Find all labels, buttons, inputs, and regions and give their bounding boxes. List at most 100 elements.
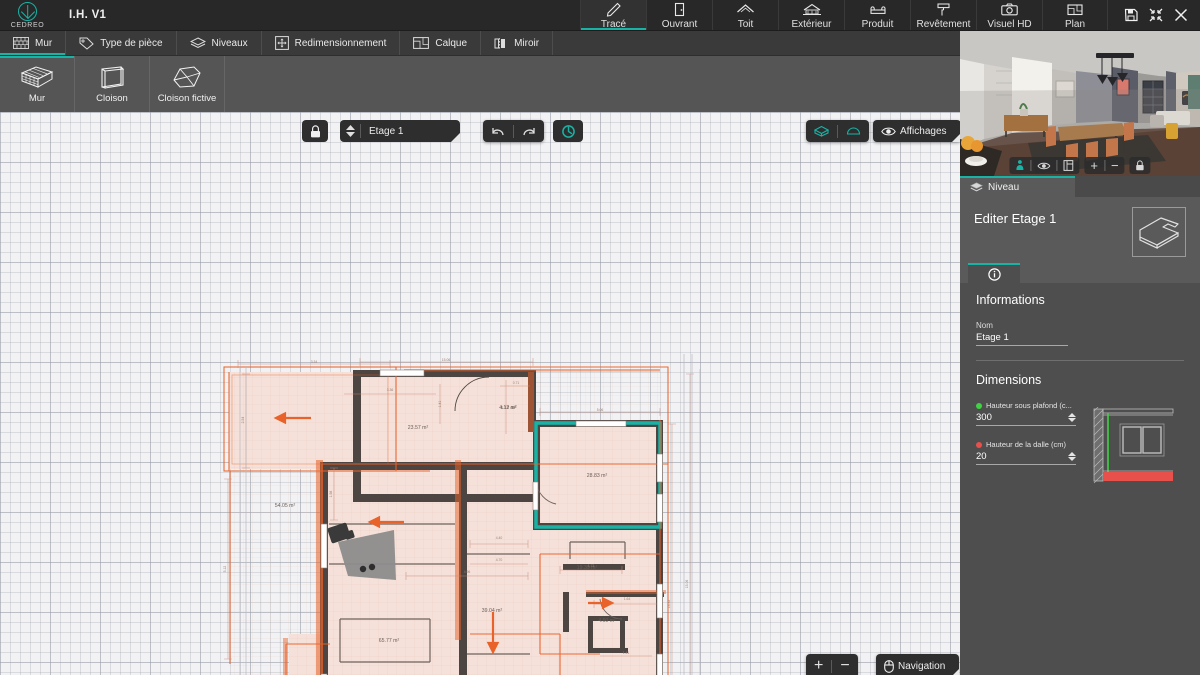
svg-text:1.41: 1.41 bbox=[623, 651, 630, 655]
preview-zoom-out-icon[interactable]: − bbox=[1105, 157, 1125, 174]
slab-height-field[interactable]: Hauteur de la dalle (cm) 20 bbox=[976, 440, 1076, 465]
outline-view-icon[interactable] bbox=[838, 120, 869, 142]
cedreo-tree-icon bbox=[18, 2, 37, 21]
person-view-icon[interactable] bbox=[1009, 157, 1030, 174]
tab-toit[interactable]: Toit bbox=[712, 0, 778, 30]
sync-button[interactable] bbox=[553, 120, 583, 142]
ceiling-height-value: 300 bbox=[976, 412, 992, 423]
padlock-icon bbox=[310, 124, 320, 137]
tool-cloison-label: Cloison bbox=[96, 92, 128, 104]
spinner-arrows-icon[interactable] bbox=[340, 125, 360, 137]
slab-height-label-row: Hauteur de la dalle (cm) bbox=[976, 440, 1076, 449]
displays-button[interactable]: Affichages bbox=[873, 120, 960, 142]
info-icon bbox=[987, 267, 1001, 281]
floor-plan-canvas[interactable]: 23.57 m² 4.12 m² 28.83 m² 54.05 m² 19.39… bbox=[0, 112, 960, 675]
layers-icon bbox=[189, 36, 206, 48]
subtool-type-de-piece-label: Type de pièce bbox=[100, 37, 163, 49]
resize-icon bbox=[274, 36, 289, 50]
subtool-mur[interactable]: Mur bbox=[0, 31, 67, 55]
undo-redo-group bbox=[483, 120, 544, 142]
green-dot-icon bbox=[976, 402, 982, 409]
eye-view-icon[interactable] bbox=[1031, 157, 1056, 174]
top-bar: CEDREO I.H. V1 Tracé Ouvrant Toit Extéri… bbox=[0, 0, 1200, 31]
3d-preview-viewport[interactable]: + − bbox=[960, 31, 1200, 176]
tool-cloison[interactable]: Cloison bbox=[75, 56, 150, 112]
preview-zoom-in-icon[interactable]: + bbox=[1084, 157, 1104, 174]
svg-text:1.64: 1.64 bbox=[624, 597, 631, 601]
svg-text:15.06: 15.06 bbox=[442, 358, 451, 362]
tab-revetement-label: Revêtement bbox=[916, 19, 971, 30]
cedreo-logo[interactable]: CEDREO bbox=[0, 0, 55, 30]
preview-view-controls: + − bbox=[1009, 157, 1151, 174]
dimensions-content: Hauteur sous plafond (c... 300 Hauteur d… bbox=[976, 401, 1184, 490]
tab-plan[interactable]: Plan bbox=[1042, 0, 1108, 30]
svg-text:5.12: 5.12 bbox=[223, 566, 227, 573]
panel-tab-niveau[interactable]: Niveau bbox=[960, 176, 1075, 197]
tab-toit-label: Toit bbox=[737, 19, 754, 30]
resize-corner[interactable] bbox=[451, 133, 460, 142]
area-label: 65.77 m² bbox=[379, 638, 400, 644]
subtool-redimensionnement[interactable]: Redimensionnement bbox=[262, 31, 401, 55]
brand-wordmark: CEDREO bbox=[10, 22, 45, 29]
mirror-icon bbox=[494, 37, 506, 49]
subtool-niveaux-label: Niveaux bbox=[211, 37, 248, 49]
svg-text:3.36: 3.36 bbox=[387, 388, 394, 392]
svg-text:4.40: 4.40 bbox=[496, 536, 503, 540]
tool-mur[interactable]: Mur bbox=[0, 56, 75, 112]
floor-selector[interactable]: Etage 1 bbox=[340, 120, 460, 142]
tag-icon bbox=[79, 37, 94, 50]
tab-produit[interactable]: Produit bbox=[844, 0, 910, 30]
tab-produit-label: Produit bbox=[861, 19, 894, 30]
layers-icon bbox=[970, 182, 983, 192]
subtool-type-de-piece[interactable]: Type de pièce bbox=[66, 31, 177, 55]
svg-text:13.32: 13.32 bbox=[667, 600, 671, 609]
subtool-niveaux[interactable]: Niveaux bbox=[177, 31, 262, 55]
slab-height-stepper[interactable] bbox=[1068, 452, 1076, 462]
level-thumbnail[interactable] bbox=[1132, 207, 1186, 257]
navigation-button[interactable]: Navigation bbox=[876, 654, 960, 675]
name-field[interactable]: Nom Etage 1 bbox=[976, 321, 1184, 346]
tool-cloison-fictive[interactable]: Cloison fictive bbox=[150, 56, 225, 112]
svg-text:3.34: 3.34 bbox=[311, 360, 318, 364]
tab-trace[interactable]: Tracé bbox=[580, 0, 646, 30]
collapse-icon[interactable] bbox=[1149, 8, 1163, 22]
blueprint-icon bbox=[1067, 4, 1083, 16]
subtool-calque-label: Calque bbox=[435, 37, 468, 49]
lock-view-icon[interactable] bbox=[1130, 157, 1151, 174]
svg-text:4.70: 4.70 bbox=[496, 558, 503, 562]
redo-button[interactable] bbox=[514, 120, 544, 142]
solid-view-icon[interactable] bbox=[806, 120, 837, 142]
panel-tab-strip: Niveau bbox=[960, 176, 1200, 197]
ceiling-height-field[interactable]: Hauteur sous plafond (c... 300 bbox=[976, 401, 1076, 426]
ceiling-height-stepper[interactable] bbox=[1068, 413, 1076, 423]
roof-icon bbox=[737, 4, 754, 13]
subtool-redimensionnement-label: Redimensionnement bbox=[294, 37, 387, 49]
tab-ouvrant[interactable]: Ouvrant bbox=[646, 0, 712, 30]
subtool-miroir-label: Miroir bbox=[514, 37, 540, 49]
svg-text:4.96: 4.96 bbox=[464, 570, 471, 574]
section-divider bbox=[976, 360, 1184, 361]
panel-tab-niveau-label: Niveau bbox=[988, 182, 1020, 193]
camera-icon bbox=[1001, 3, 1018, 16]
subtool-calque[interactable]: Calque bbox=[400, 31, 482, 55]
paintroller-icon bbox=[936, 3, 950, 16]
undo-button[interactable] bbox=[483, 120, 513, 142]
zoom-out-button[interactable]: − bbox=[832, 654, 857, 675]
canvas-lock-button[interactable] bbox=[302, 120, 328, 142]
tab-trace-label: Tracé bbox=[600, 19, 627, 30]
tab-revetement[interactable]: Revêtement bbox=[910, 0, 976, 30]
right-panel: + − Niveau Editer Etage 1 Informations N… bbox=[960, 31, 1200, 675]
close-icon[interactable] bbox=[1174, 8, 1188, 22]
tab-exterieur[interactable]: Extérieur bbox=[778, 0, 844, 30]
tab-visuel-hd[interactable]: Visuel HD bbox=[976, 0, 1042, 30]
book-view-icon[interactable] bbox=[1057, 157, 1079, 174]
sofa-icon bbox=[869, 6, 886, 14]
ceiling-height-label: Hauteur sous plafond (c... bbox=[986, 401, 1072, 410]
wall-section-illustration bbox=[1090, 401, 1176, 485]
panel-tab-informations[interactable] bbox=[968, 263, 1020, 283]
tool-palette: Mur Cloison Cloison fictive bbox=[0, 56, 960, 112]
area-label: 39.04 m² bbox=[482, 608, 503, 614]
zoom-in-button[interactable]: + bbox=[806, 654, 831, 675]
save-icon[interactable] bbox=[1124, 8, 1138, 22]
subtool-miroir[interactable]: Miroir bbox=[481, 31, 554, 55]
